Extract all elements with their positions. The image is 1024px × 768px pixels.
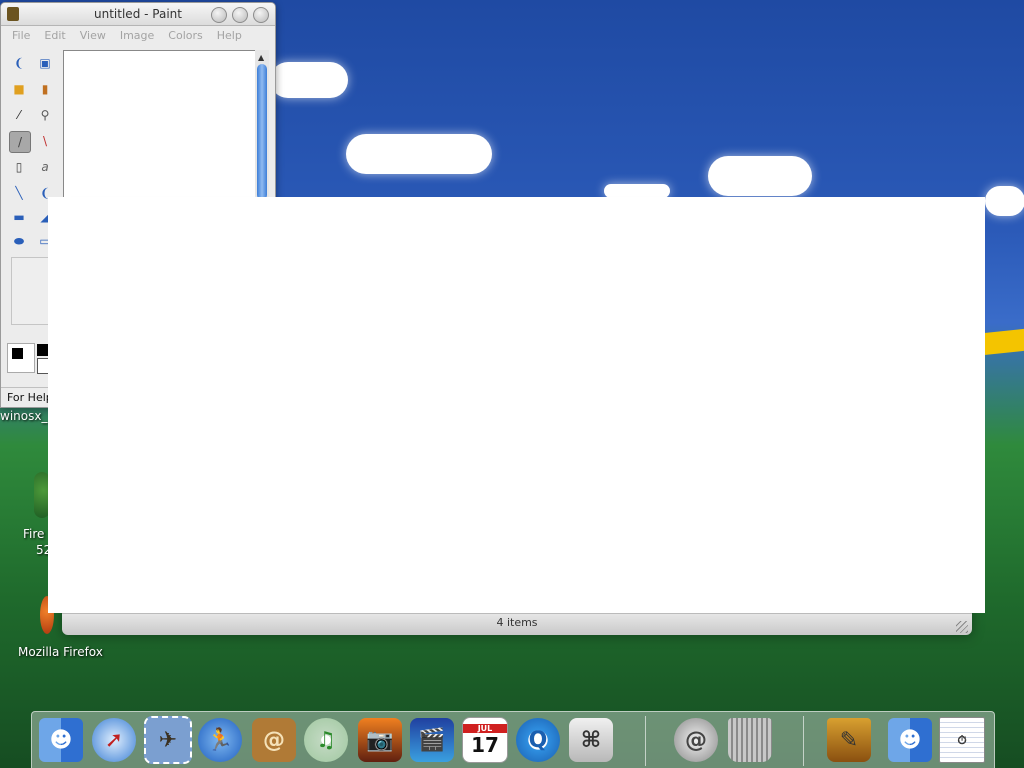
eraser-icon[interactable]: ■ xyxy=(9,79,29,99)
pencils-glyph: ✎ xyxy=(827,718,871,762)
menu-help[interactable]: Help xyxy=(210,26,249,46)
color-picker-icon[interactable]: ⁄ xyxy=(9,105,29,125)
finder-window-content[interactable] xyxy=(48,197,985,613)
eagle-stamp-glyph: ✈ xyxy=(144,716,192,764)
wastebasket-glyph xyxy=(728,718,772,762)
airbrush-icon[interactable]: ▯ xyxy=(9,157,29,177)
paint-canvas[interactable] xyxy=(63,50,257,202)
window-thumbnail-icon[interactable]: ⏱ xyxy=(938,716,986,764)
calendar-month: JUL xyxy=(463,723,507,733)
dock-separator xyxy=(803,716,804,766)
text-icon[interactable]: a xyxy=(35,157,55,177)
ical-icon[interactable]: JUL 17 xyxy=(461,716,509,764)
finder-status-bar: 4 items xyxy=(62,613,972,635)
close-button[interactable] xyxy=(253,7,269,23)
thumbnail-glyph: ⏱ xyxy=(939,717,985,763)
menu-view[interactable]: View xyxy=(73,26,113,46)
finder-icon-2[interactable]: ☻ xyxy=(886,716,934,764)
music-note-glyph: ♫ xyxy=(304,718,348,762)
current-colors-box[interactable] xyxy=(7,343,35,373)
calendar-day: 17 xyxy=(471,732,499,757)
finder-icon[interactable]: ☻ xyxy=(37,716,85,764)
iphoto-icon[interactable]: 📷 xyxy=(356,716,404,764)
fill-icon[interactable]: ▮ xyxy=(35,79,55,99)
finder-item-count: 4 items xyxy=(496,616,538,629)
ichat-glyph: 🏃 xyxy=(198,718,242,762)
safari-icon[interactable]: ➚ xyxy=(90,716,138,764)
brush-icon[interactable]: \ xyxy=(35,131,55,151)
paint-app-icon xyxy=(7,7,19,21)
apple-switch-glyph: ⌘ xyxy=(569,718,613,762)
menu-image[interactable]: Image xyxy=(113,26,161,46)
line-icon[interactable]: ╲ xyxy=(9,183,29,203)
mail-icon[interactable]: ✈ xyxy=(144,716,192,764)
compass-glyph: ➚ xyxy=(92,718,136,762)
maximize-button[interactable] xyxy=(232,7,248,23)
desktop-icon-fire-label[interactable]: Fire xyxy=(23,527,44,541)
itunes-icon[interactable]: ♫ xyxy=(302,716,350,764)
rect-select-icon[interactable]: ▣ xyxy=(35,53,55,73)
cloud xyxy=(708,156,812,196)
paint-menubar: File Edit View Image Colors Help xyxy=(1,26,275,46)
paint-window-title: untitled - Paint xyxy=(94,7,182,21)
minimize-button[interactable] xyxy=(211,7,227,23)
finder-face: ☻ xyxy=(39,718,83,762)
scroll-up-icon[interactable]: ▲ xyxy=(258,53,264,62)
cloud xyxy=(604,184,670,198)
camera-glyph: 📷 xyxy=(358,718,402,762)
cloud xyxy=(346,134,492,174)
clapboard-glyph: 🎬 xyxy=(410,718,454,762)
desktop-icon-winosx-label[interactable]: winosx_ xyxy=(0,409,47,423)
foreground-color xyxy=(12,348,23,359)
paint-titlebar[interactable]: untitled - Paint xyxy=(1,3,275,26)
resize-grip-icon[interactable] xyxy=(956,621,968,633)
quicktime-icon[interactable]: Q xyxy=(514,716,562,764)
cloud xyxy=(985,186,1024,216)
at-spring-glyph: @ xyxy=(674,718,718,762)
paint-vertical-scrollbar[interactable]: ▲ xyxy=(255,50,269,200)
menu-colors[interactable]: Colors xyxy=(161,26,209,46)
rectangle-icon[interactable]: ▬ xyxy=(9,207,29,227)
tool-options-box xyxy=(11,257,53,325)
scroll-thumb[interactable] xyxy=(257,64,267,200)
ellipse-icon[interactable]: ⬬ xyxy=(9,231,29,251)
imovie-icon[interactable]: 🎬 xyxy=(408,716,456,764)
desktop-icon-mozilla-firefox-label[interactable]: Mozilla Firefox xyxy=(18,645,103,659)
cloud xyxy=(270,62,348,98)
mail-server-icon[interactable]: @ xyxy=(672,716,720,764)
menu-edit[interactable]: Edit xyxy=(37,26,72,46)
dock-separator xyxy=(645,716,646,766)
system-preferences-icon[interactable]: ⌘ xyxy=(567,716,615,764)
ichat-icon[interactable]: 🏃 xyxy=(196,716,244,764)
address-book-icon[interactable]: @ xyxy=(250,716,298,764)
calendar-glyph: JUL 17 xyxy=(462,717,508,763)
magnifier-icon[interactable]: ⚲ xyxy=(35,105,55,125)
desktop: winosx_ Fire 52 Mozilla Firefox untitled… xyxy=(0,0,1024,768)
trash-icon[interactable] xyxy=(726,716,774,764)
at-sign-glyph: @ xyxy=(252,718,296,762)
finder-face-2: ☻ xyxy=(888,718,932,762)
pencil-icon[interactable]: / xyxy=(9,131,31,153)
pencil-cup-icon[interactable]: ✎ xyxy=(825,716,873,764)
free-select-icon[interactable]: ❨ xyxy=(9,53,29,73)
q-glyph: Q xyxy=(516,718,560,762)
menu-file[interactable]: File xyxy=(5,26,37,46)
